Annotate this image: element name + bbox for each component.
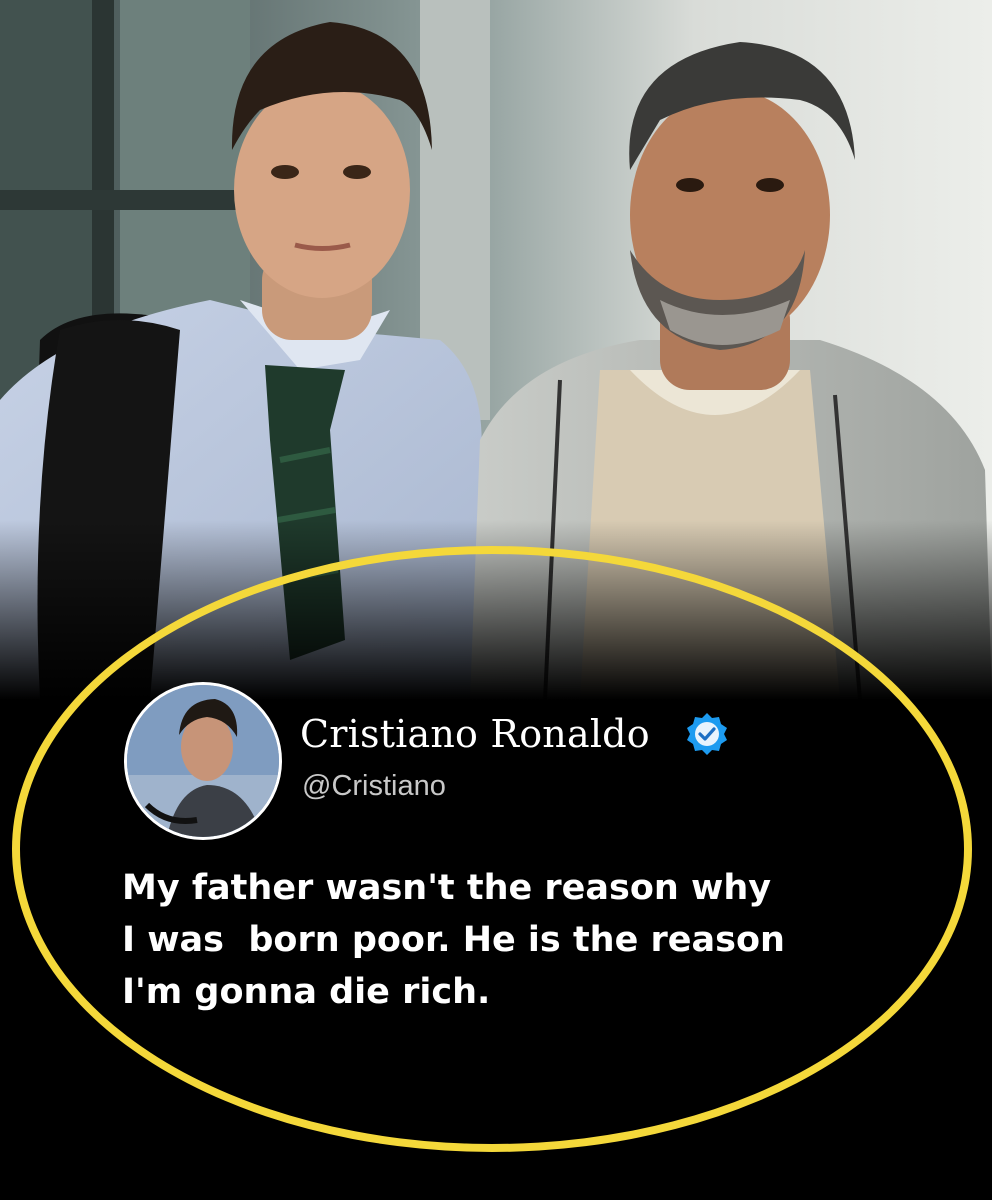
tweet-line: I was born poor. He is the reason [122,920,785,960]
tweet-text: My father wasn't the reason why I was bo… [122,862,882,1018]
meme-image: Cristiano Ronaldo @Cristiano My father w… [0,0,992,1200]
avatar[interactable] [124,682,282,840]
user-handle[interactable]: @Cristiano [302,770,446,803]
avatar-portrait-icon [127,685,279,837]
yellow-highlight-ellipse [12,546,972,1152]
tweet-line: My father wasn't the reason why [122,868,772,908]
tweet-line: I'm gonna die rich. [122,972,491,1012]
display-name[interactable]: Cristiano Ronaldo [300,712,650,756]
verified-badge-icon [687,713,727,755]
